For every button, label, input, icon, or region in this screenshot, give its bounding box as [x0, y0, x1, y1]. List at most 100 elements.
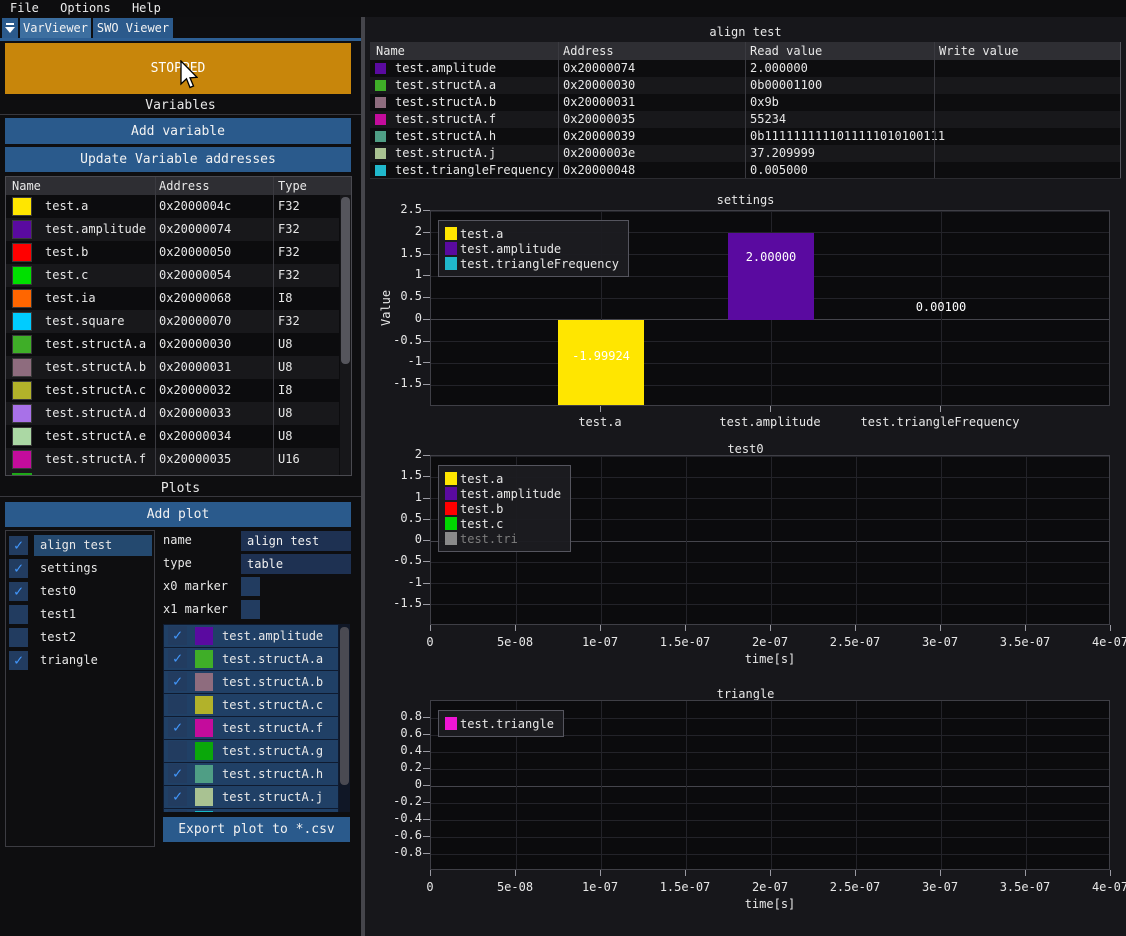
table-row[interactable]: test.ia0x20000068I8 [6, 287, 339, 310]
y-tick-label: 1 [368, 490, 422, 504]
plot-variable-checkbox[interactable] [168, 741, 187, 760]
plot-variable-item[interactable]: ✓test.amplitude [164, 625, 338, 647]
plot-variable-checkbox[interactable]: ✓ [168, 764, 187, 783]
variable-color-swatch[interactable] [195, 627, 213, 645]
scrollbar-thumb[interactable] [341, 197, 350, 364]
plot-variable-checkbox[interactable]: ✓ [168, 649, 187, 668]
chart-legend[interactable]: test.triangle [438, 710, 564, 737]
tab-varviewer[interactable]: VarViewer [20, 18, 91, 38]
export-csv-button[interactable]: Export plot to *.csv [163, 817, 350, 842]
plot-variable-checkbox[interactable]: ✓ [168, 787, 187, 806]
plot-list-item[interactable]: test2 [6, 627, 154, 648]
variable-color-swatch[interactable] [12, 358, 32, 377]
table-row[interactable]: test.structA.f0x20000035U16 [6, 448, 339, 471]
plot-list-item[interactable]: ✓triangle [6, 650, 154, 671]
plot-variables-scrollbar[interactable] [339, 624, 350, 812]
table-row-partial[interactable] [6, 471, 339, 476]
plot-visible-checkbox[interactable]: ✓ [9, 559, 28, 578]
plot-variable-item-partial[interactable] [164, 809, 338, 812]
legend-entry[interactable]: test.c [445, 516, 561, 531]
menu-options[interactable]: Options [60, 1, 111, 15]
plot-variable-item[interactable]: ✓test.structA.j [164, 786, 338, 808]
variable-color-swatch[interactable] [12, 220, 32, 239]
variable-color-swatch[interactable] [195, 765, 213, 783]
legend-entry[interactable]: test.triangle [445, 716, 554, 731]
variable-color-swatch[interactable] [12, 197, 32, 216]
variable-color-swatch[interactable] [12, 404, 32, 423]
scrollbar-thumb[interactable] [340, 627, 349, 785]
plot-variable-item[interactable]: test.structA.c [164, 694, 338, 716]
legend-entry[interactable]: test.a [445, 471, 561, 486]
plot-list-item[interactable]: ✓settings [6, 558, 154, 579]
variable-color-swatch[interactable] [12, 450, 32, 469]
add-plot-button[interactable]: Add plot [5, 502, 351, 527]
table-row[interactable]: test.structA.d0x20000033U8 [6, 402, 339, 425]
table-row[interactable]: test.amplitude0x20000074F32 [6, 218, 339, 241]
plot-list-item[interactable]: ✓test0 [6, 581, 154, 602]
plot-variable-item[interactable]: test.structA.g [164, 740, 338, 762]
legend-entry[interactable]: test.tri [445, 531, 561, 546]
bar-test.amplitude[interactable] [728, 233, 814, 320]
variable-color-swatch[interactable] [195, 650, 213, 668]
plot-variable-item[interactable]: ✓test.structA.b [164, 671, 338, 693]
plot-visible-checkbox[interactable]: ✓ [9, 651, 28, 670]
legend-entry[interactable]: test.a [445, 226, 619, 241]
plot-variable-item[interactable]: ✓test.structA.h [164, 763, 338, 785]
plot-visible-checkbox[interactable]: ✓ [9, 536, 28, 555]
table-row[interactable]: test.b0x20000050F32 [6, 241, 339, 264]
variable-color-swatch[interactable] [195, 811, 213, 812]
variable-color-swatch[interactable] [12, 312, 32, 331]
update-variable-addresses-button[interactable]: Update Variable addresses [5, 147, 351, 172]
table-row[interactable]: test.square0x20000070F32 [6, 310, 339, 333]
x0-marker-checkbox[interactable] [241, 577, 260, 596]
x1-marker-checkbox[interactable] [241, 600, 260, 619]
v-gridline [941, 456, 942, 624]
plot-variable-checkbox[interactable]: ✓ [168, 626, 187, 645]
plot-variable-checkbox[interactable] [168, 695, 187, 714]
variable-color-swatch[interactable] [195, 742, 213, 760]
plot-variable-item[interactable]: ✓test.structA.f [164, 717, 338, 739]
plot-list-item[interactable]: ✓align test [6, 535, 154, 556]
align-table-title: align test [370, 25, 1121, 39]
plot-list-item[interactable]: test1 [6, 604, 154, 625]
plot-variable-checkbox[interactable]: ✓ [168, 718, 187, 737]
table-row[interactable]: test.structA.a0x20000030U8 [6, 333, 339, 356]
legend-entry[interactable]: test.triangleFrequency [445, 256, 619, 271]
legend-entry[interactable]: test.amplitude [445, 241, 619, 256]
plot-visible-checkbox[interactable]: ✓ [9, 582, 28, 601]
plot-visible-checkbox[interactable] [9, 628, 28, 647]
variable-color-swatch[interactable] [12, 335, 32, 354]
table-row[interactable]: test.structA.e0x20000034U8 [6, 425, 339, 448]
chart-legend[interactable]: test.atest.amplitudetest.btest.ctest.tri [438, 465, 571, 552]
variable-color-swatch[interactable] [195, 673, 213, 691]
variable-color-swatch[interactable] [12, 243, 32, 262]
variables-table-scrollbar[interactable] [340, 195, 351, 475]
table-row[interactable]: test.structA.b0x20000031U8 [6, 356, 339, 379]
legend-entry[interactable]: test.amplitude [445, 486, 561, 501]
plot-variable-item[interactable]: ✓test.structA.a [164, 648, 338, 670]
menu-file[interactable]: File [10, 1, 39, 15]
add-variable-button[interactable]: Add variable [5, 118, 351, 144]
variable-color-swatch[interactable] [12, 427, 32, 446]
variable-color-swatch[interactable] [12, 381, 32, 400]
tab-list-icon[interactable] [2, 18, 18, 38]
plot-name-input[interactable]: align test [241, 531, 351, 551]
variable-color-swatch[interactable] [195, 788, 213, 806]
table-row[interactable]: test.a0x2000004cF32 [6, 195, 339, 218]
separator [0, 496, 361, 497]
plot-type-select[interactable]: table [241, 554, 351, 574]
variable-color-swatch[interactable] [195, 696, 213, 714]
legend-entry[interactable]: test.b [445, 501, 561, 516]
plot-variable-checkbox[interactable] [168, 810, 187, 812]
chart-legend[interactable]: test.atest.amplitudetest.triangleFrequen… [438, 220, 629, 277]
table-row[interactable]: test.c0x20000054F32 [6, 264, 339, 287]
table-row[interactable]: test.structA.c0x20000032I8 [6, 379, 339, 402]
plot-variable-checkbox[interactable]: ✓ [168, 672, 187, 691]
variable-color-swatch[interactable] [12, 266, 32, 285]
variable-color-swatch[interactable] [12, 289, 32, 308]
variable-color-swatch[interactable] [195, 719, 213, 737]
menu-help[interactable]: Help [132, 1, 161, 15]
tab-swoviewer[interactable]: SWO Viewer [93, 18, 173, 38]
variable-color-swatch[interactable] [12, 473, 32, 476]
plot-visible-checkbox[interactable] [9, 605, 28, 624]
